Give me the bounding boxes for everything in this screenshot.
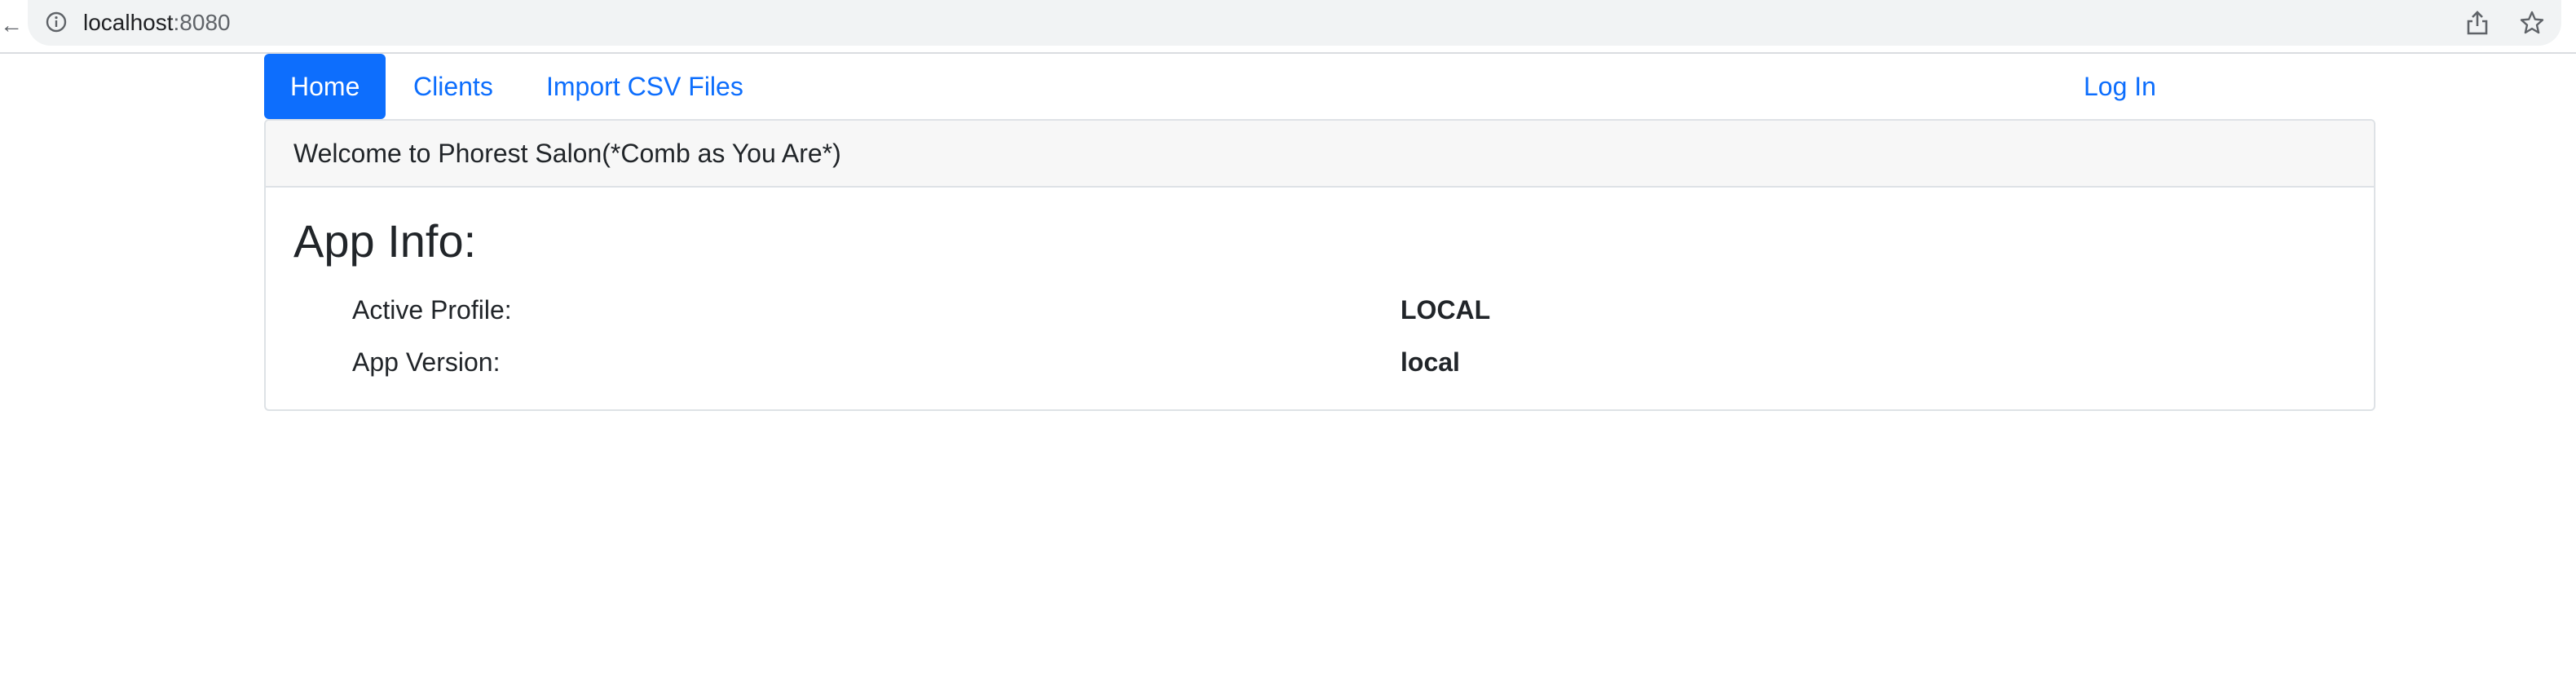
nav-import-csv-files[interactable]: Import CSV Files xyxy=(546,54,743,119)
card-header: Welcome to Phorest Salon(*Comb as You Ar… xyxy=(266,121,2374,188)
app-info-card: Welcome to Phorest Salon(*Comb as You Ar… xyxy=(264,119,2375,411)
info-row-app-version: App Version: local xyxy=(266,342,2374,382)
browser-toolbar: ← localhost:8080 xyxy=(0,0,2576,54)
back-arrow-icon[interactable]: ← xyxy=(0,14,23,37)
login-link[interactable]: Log In xyxy=(2084,54,2156,119)
card-title: App Info: xyxy=(293,215,477,267)
share-icon[interactable] xyxy=(2465,10,2490,36)
app-version-value: local xyxy=(1400,347,1460,377)
active-profile-label: Active Profile: xyxy=(352,295,512,325)
main-nav: Home Clients Import CSV Files Log In xyxy=(264,54,2377,119)
url-host: localhost xyxy=(83,10,174,35)
info-row-active-profile: Active Profile: LOCAL xyxy=(266,290,2374,329)
nav-clients[interactable]: Clients xyxy=(413,54,493,119)
active-profile-value: LOCAL xyxy=(1400,295,1491,325)
app-version-label: App Version: xyxy=(352,347,501,377)
nav-home[interactable]: Home xyxy=(264,54,386,119)
address-bar[interactable]: localhost:8080 xyxy=(28,0,2561,46)
url-text[interactable]: localhost:8080 xyxy=(83,10,231,36)
url-port: :8080 xyxy=(173,10,231,35)
info-circle-icon[interactable] xyxy=(46,11,67,33)
star-icon[interactable] xyxy=(2519,10,2545,36)
welcome-text: Welcome to Phorest Salon(*Comb as You Ar… xyxy=(293,139,841,168)
